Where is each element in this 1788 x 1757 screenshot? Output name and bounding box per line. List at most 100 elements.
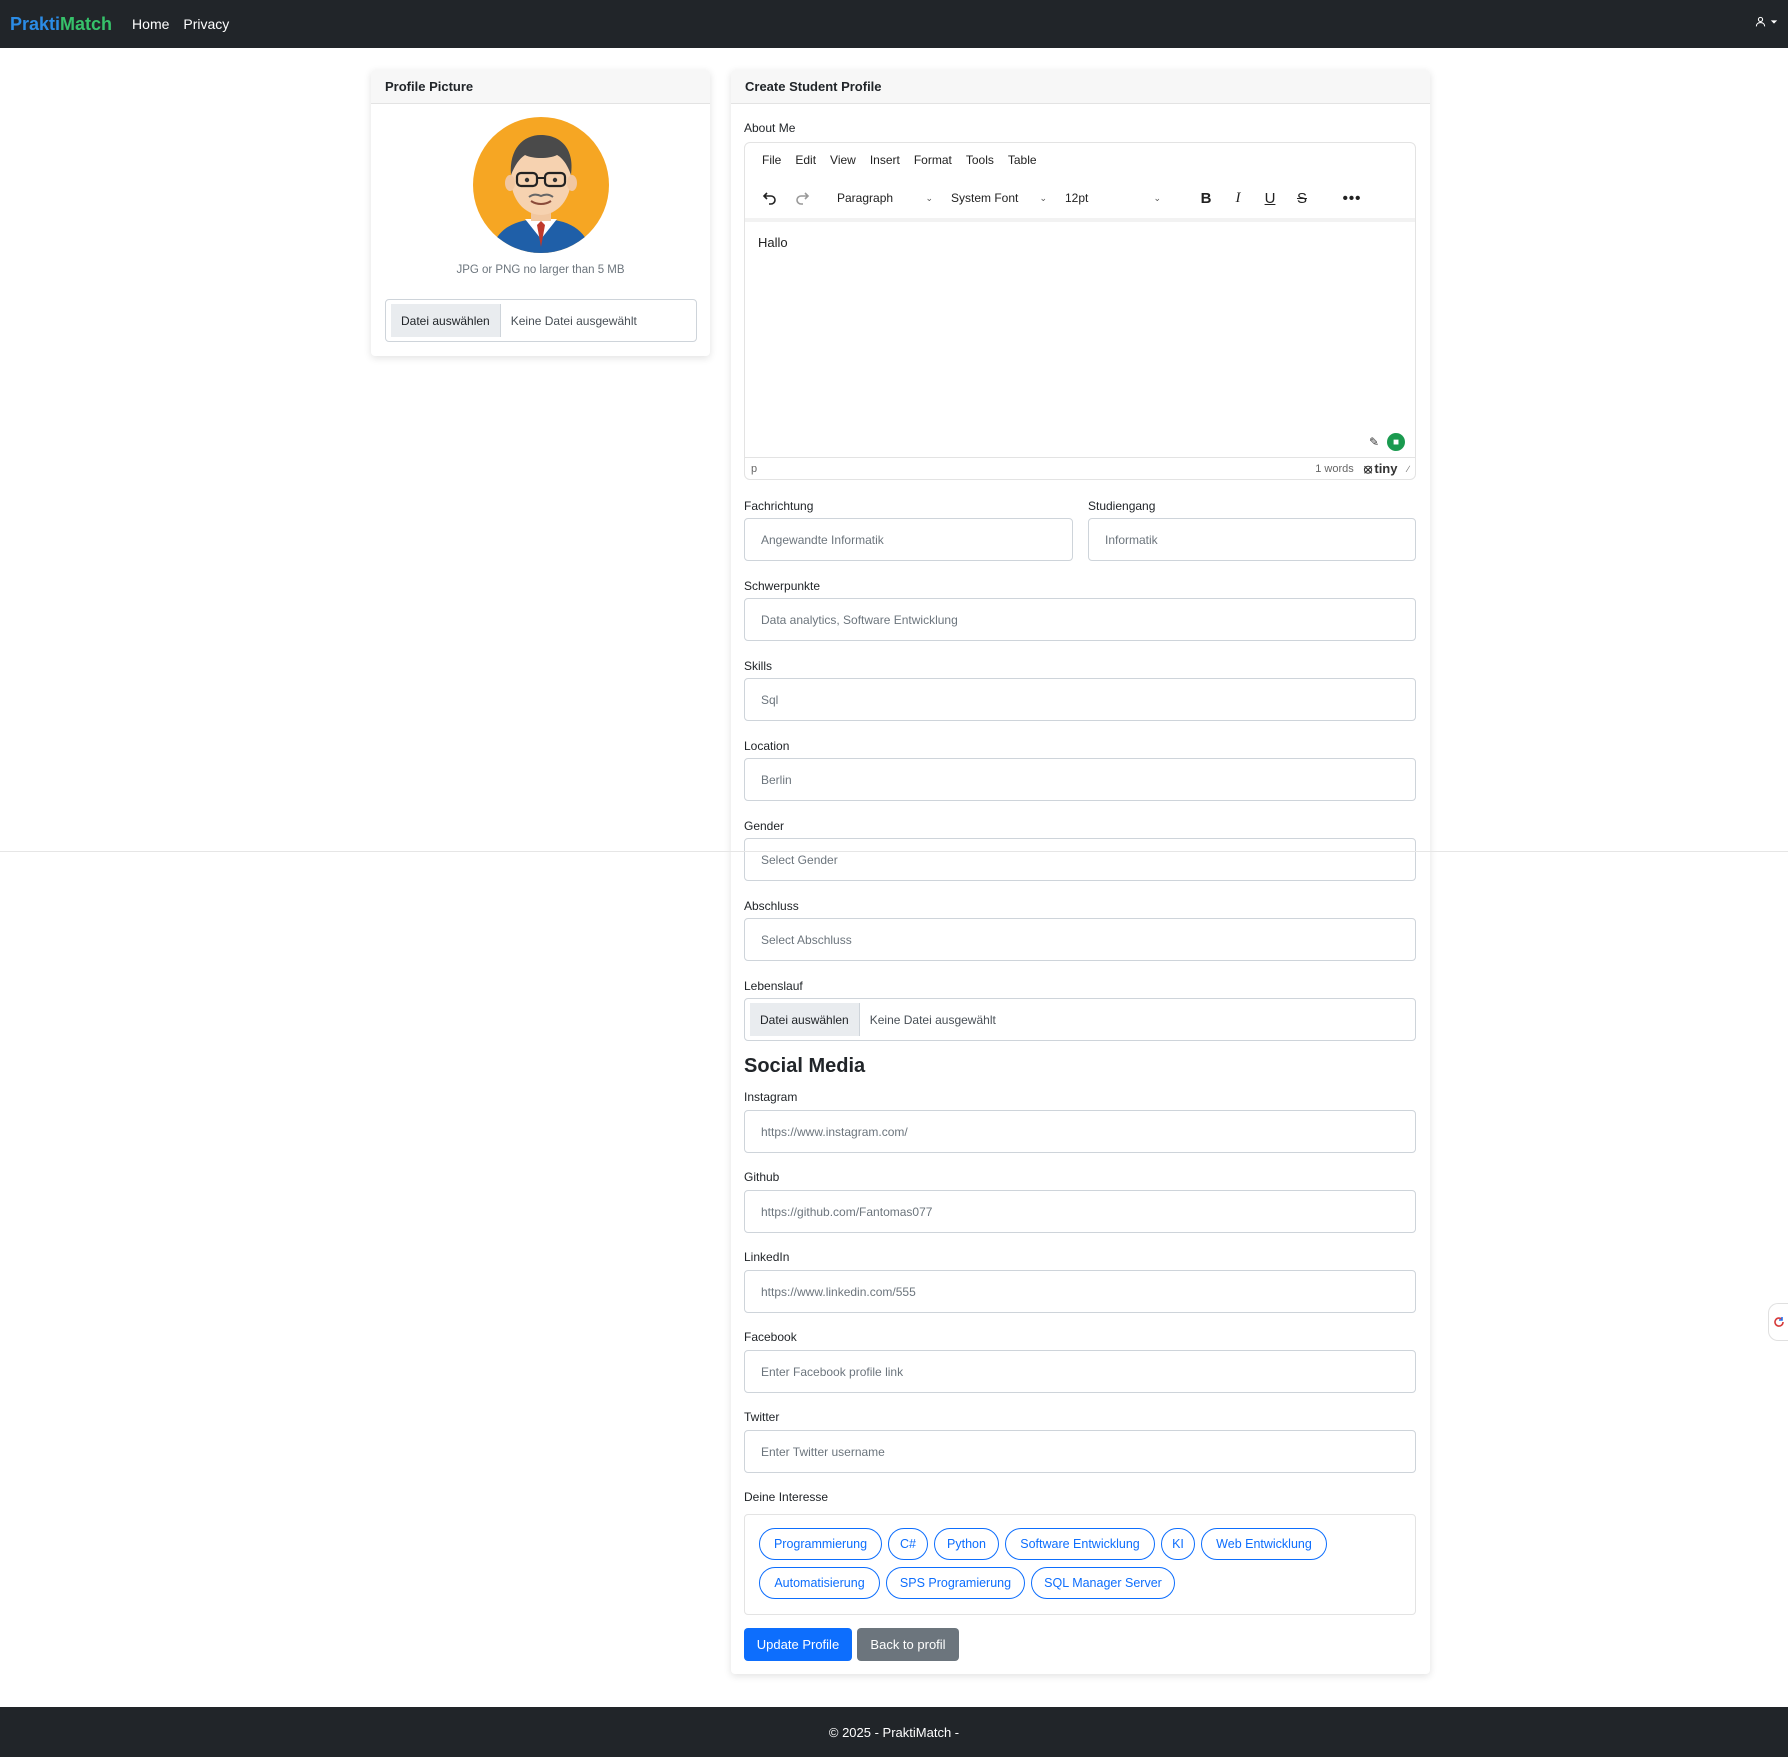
profile-picture-hint: JPG or PNG no larger than 5 MB	[456, 264, 625, 276]
floating-widget[interactable]	[1768, 1303, 1788, 1341]
editor-menu-tools[interactable]: Tools	[966, 153, 994, 167]
footer: © 2025 - PraktiMatch -	[0, 1707, 1788, 1757]
twitter-input[interactable]: Enter Twitter username	[744, 1430, 1416, 1473]
caret-down-icon	[1770, 19, 1778, 24]
interest-tag[interactable]: KI	[1161, 1528, 1195, 1560]
fachrichtung-input[interactable]: Angewandte Informatik	[744, 518, 1073, 561]
skills-input[interactable]: Sql	[744, 678, 1416, 721]
location-label: Location	[744, 739, 790, 753]
undo-icon[interactable]	[759, 187, 781, 209]
student-profile-title: Create Student Profile	[731, 70, 1430, 104]
footer-text: © 2025 - PraktiMatch -	[828, 1724, 960, 1740]
gender-select[interactable]: Select Gender	[744, 838, 1416, 881]
profile-picture-file-input[interactable]: Datei auswählen Keine Datei ausgewählt	[385, 299, 697, 342]
schwerpunkte-label: Schwerpunkte	[744, 579, 821, 593]
top-navbar: PraktiMatch Home Privacy	[0, 0, 1788, 48]
profile-picture-file-status: Keine Datei ausgewählt	[510, 313, 637, 328]
profile-picture-card: Profile Picture JPG or PNG no larger tha…	[371, 70, 710, 356]
profile-picture-choose-button[interactable]: Datei auswählen	[391, 304, 501, 337]
profile-picture-title: Profile Picture	[371, 70, 710, 104]
social-media-heading: Social Media	[744, 1055, 866, 1077]
interest-tag[interactable]: Automatisierung	[759, 1567, 880, 1599]
page-divider	[0, 851, 1788, 852]
font-size-select[interactable]: 12pt ⌄	[1059, 186, 1167, 210]
github-label: Github	[744, 1170, 780, 1184]
lebenslauf-file-input[interactable]: Datei auswählen Keine Datei ausgewählt	[744, 998, 1416, 1041]
user-menu[interactable]	[1755, 16, 1778, 27]
editor-menu-view[interactable]: View	[830, 153, 856, 167]
back-to-profile-button[interactable]: Back to profil	[857, 1628, 959, 1661]
more-options-icon[interactable]: •••	[1341, 187, 1363, 209]
about-me-label: About Me	[744, 121, 796, 135]
tiny-brand-text: tiny	[1374, 461, 1398, 476]
github-input[interactable]: https://github.com/Fantomas077	[744, 1190, 1416, 1233]
strikethrough-icon[interactable]: S	[1291, 187, 1313, 209]
editor-element-path[interactable]: p	[751, 463, 757, 475]
interest-tag[interactable]: Programmierung	[759, 1528, 882, 1560]
chevron-down-icon: ⌄	[1039, 192, 1047, 203]
facebook-input[interactable]: Enter Facebook profile link	[744, 1350, 1416, 1393]
interest-tag[interactable]: Python	[934, 1528, 999, 1560]
editor-content[interactable]: Hallo	[758, 235, 788, 250]
block-format-value: Paragraph	[837, 191, 894, 205]
update-profile-button[interactable]: Update Profile	[744, 1628, 852, 1661]
instagram-input[interactable]: https://www.instagram.com/	[744, 1110, 1416, 1153]
block-format-select[interactable]: Paragraph ⌄	[831, 186, 939, 210]
editor-statusbar: p 1 words ⦻ tiny ∕	[745, 457, 1415, 479]
refresh-icon	[1773, 1317, 1784, 1327]
linkedin-label: LinkedIn	[744, 1250, 790, 1264]
twitter-label: Twitter	[744, 1410, 780, 1424]
instagram-label: Instagram	[744, 1090, 798, 1104]
editor-word-count[interactable]: 1 words	[1315, 463, 1354, 475]
avatar[interactable]	[473, 117, 609, 253]
fachrichtung-label: Fachrichtung	[744, 499, 814, 513]
nav-link-privacy[interactable]: Privacy	[183, 16, 229, 32]
editor-menu-file[interactable]: File	[762, 153, 781, 167]
redo-icon[interactable]	[791, 187, 813, 209]
tiny-logo[interactable]: ⦻ tiny	[1364, 461, 1398, 477]
nav-link-home[interactable]: Home	[132, 16, 169, 32]
linkedin-input[interactable]: https://www.linkedin.com/555	[744, 1270, 1416, 1313]
interest-tag[interactable]: Software Entwicklung	[1005, 1528, 1155, 1560]
abschluss-label: Abschluss	[744, 899, 799, 913]
editor-assistant[interactable]: ✎ ■	[1369, 433, 1405, 451]
editor-menu-insert[interactable]: Insert	[870, 153, 900, 167]
user-icon	[1755, 16, 1766, 27]
facebook-label: Facebook	[744, 1330, 797, 1344]
bold-icon[interactable]: B	[1195, 187, 1217, 209]
font-family-value: System Font	[951, 191, 1019, 205]
italic-icon[interactable]: I	[1227, 187, 1249, 209]
underline-icon[interactable]: U	[1259, 187, 1281, 209]
brand-logo[interactable]: PraktiMatch	[10, 14, 112, 35]
studiengang-label: Studiengang	[1088, 499, 1156, 513]
font-size-value: 12pt	[1065, 191, 1089, 205]
chevron-down-icon: ⌄	[925, 192, 933, 203]
editor-menubar: File Edit View Insert Format Tools Table	[762, 153, 1037, 167]
editor-menu-edit[interactable]: Edit	[795, 153, 816, 167]
skills-label: Skills	[744, 659, 773, 673]
editor-menu-format[interactable]: Format	[914, 153, 952, 167]
interests-label: Deine Interesse	[744, 1490, 829, 1504]
interest-tag[interactable]: Web Entwicklung	[1201, 1528, 1327, 1560]
robot-icon: ■	[1387, 433, 1405, 451]
tiny-logo-icon: ⦻	[1363, 460, 1373, 476]
interests-box: Programmierung C# Python Software Entwic…	[744, 1514, 1416, 1615]
lebenslauf-file-status: Keine Datei ausgewählt	[869, 1012, 996, 1027]
location-input[interactable]: Berlin	[744, 758, 1416, 801]
interest-tag[interactable]: SPS Programierung	[886, 1567, 1025, 1599]
brand-part-2: Match	[60, 13, 113, 34]
lebenslauf-choose-button[interactable]: Datei auswählen	[750, 1003, 860, 1036]
interest-tag[interactable]: SQL Manager Server	[1031, 1567, 1175, 1599]
schwerpunkte-input[interactable]: Data analytics, Software Entwicklung	[744, 598, 1416, 641]
interest-tag[interactable]: C#	[888, 1528, 928, 1560]
student-profile-card: Create Student Profile About Me File Edi…	[731, 70, 1430, 1674]
gender-label: Gender	[744, 819, 785, 833]
chevron-down-icon: ⌄	[1153, 192, 1161, 203]
about-me-editor[interactable]: File Edit View Insert Format Tools Table…	[744, 142, 1416, 480]
font-family-select[interactable]: System Font ⌄	[945, 186, 1053, 210]
brand-part-1: Prakti	[10, 13, 61, 34]
editor-menu-table[interactable]: Table	[1008, 153, 1037, 167]
studiengang-input[interactable]: Informatik	[1088, 518, 1416, 561]
resize-handle-icon[interactable]: ∕	[1407, 464, 1409, 474]
abschluss-select[interactable]: Select Abschluss	[744, 918, 1416, 961]
